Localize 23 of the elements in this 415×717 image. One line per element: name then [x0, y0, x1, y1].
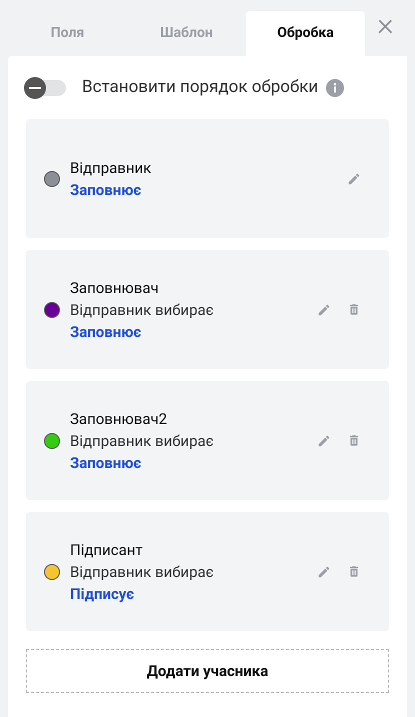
- role-link[interactable]: Заповнює: [70, 320, 317, 342]
- participant-name: Відправник: [70, 158, 152, 178]
- pencil-icon[interactable]: [317, 564, 331, 578]
- chooser-text: Відправник вибирає: [70, 300, 215, 320]
- toggle-label: Встановити порядок обробки: [82, 76, 318, 99]
- tab[interactable]: Обробка: [246, 11, 365, 56]
- toggle-switch[interactable]: [24, 80, 66, 96]
- participant-name: Підписант: [70, 540, 144, 560]
- role-link[interactable]: Заповнює: [70, 178, 347, 200]
- trash-icon[interactable]: [347, 433, 361, 448]
- trash-icon[interactable]: [347, 564, 361, 579]
- pencil-icon[interactable]: [317, 302, 331, 316]
- chooser-text: Відправник вибирає: [70, 562, 215, 582]
- chooser-text: Відправник вибирає: [70, 430, 215, 452]
- role-link[interactable]: Заповнює: [70, 452, 317, 474]
- info-icon[interactable]: [326, 78, 344, 96]
- participant-name: Заповнювач: [70, 278, 160, 298]
- role-link[interactable]: Підписує: [70, 582, 317, 604]
- trash-icon[interactable]: [347, 302, 361, 317]
- pencil-icon[interactable]: [317, 434, 331, 448]
- add-participant-button[interactable]: Додати учасника: [26, 649, 389, 693]
- participant-name: Заповнювач2: [70, 408, 168, 430]
- pencil-icon[interactable]: [347, 172, 361, 186]
